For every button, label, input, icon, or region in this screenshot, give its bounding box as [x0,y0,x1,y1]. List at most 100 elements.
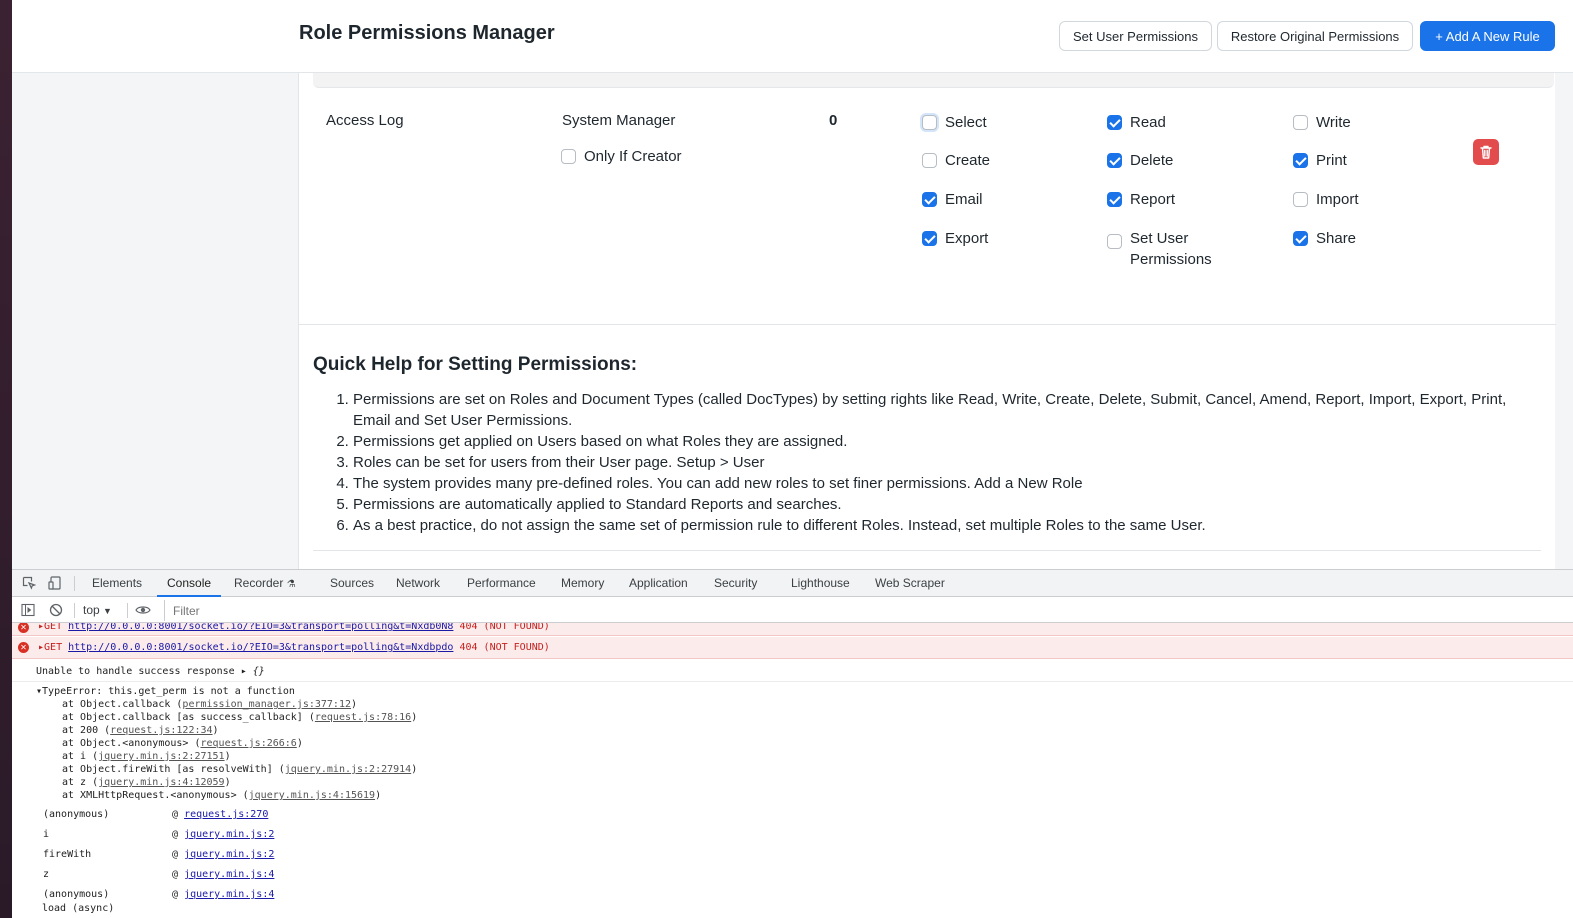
permission-checkbox[interactable] [922,192,937,207]
permission-checkbox[interactable] [1293,115,1308,130]
trace-function: (anonymous) [43,889,110,900]
trace-at: @ jquery.min.js:2 [172,829,275,840]
source-link[interactable]: jquery.min.js:4:15619 [249,790,375,801]
source-link[interactable]: request.js:78:16 [315,712,411,723]
setup-user-link[interactable]: Setup > User [676,454,764,471]
console-filter-input[interactable] [164,600,1569,621]
permission-checkbox[interactable] [1293,231,1308,246]
permission-label: Share [1316,230,1357,247]
tab-performance[interactable]: Performance [457,570,546,597]
sidebar-toggle-icon[interactable] [21,603,35,617]
permission-checkbox[interactable] [922,231,937,246]
request-url-link[interactable]: http://0.0.0.0:8001/socket.io/?EIO=3&tra… [68,623,453,632]
clear-console-icon[interactable] [49,603,63,617]
window-left-edge [0,0,12,918]
source-link[interactable]: jquery.min.js:2:27914 [285,764,411,775]
permission-checkbox[interactable] [922,115,937,130]
only-if-creator-checkbox[interactable] [561,149,576,164]
permission-label: Delete [1130,152,1174,169]
device-toolbar-icon[interactable] [48,576,62,590]
permission-checkbox[interactable] [1107,234,1122,249]
live-expression-eye-icon[interactable] [135,603,151,617]
permission-label: Write [1316,114,1351,131]
permission-row: Access Log System Manager 0 Only If Crea… [299,103,1556,325]
request-url-link[interactable]: http://0.0.0.0:8001/socket.io/?EIO=3&tra… [68,642,453,653]
tab-recorder[interactable]: Recorder ⚗ [224,570,306,597]
tab-console[interactable]: Console [157,570,222,597]
restore-original-permissions-button[interactable]: Restore Original Permissions [1217,21,1413,51]
trace-source-link[interactable]: jquery.min.js:2 [184,829,274,840]
inspect-element-icon[interactable] [22,576,36,590]
stack-frame: at i (jquery.min.js:2:27151) [62,751,231,762]
error-icon: ✕ [18,642,29,653]
set-user-permissions-button[interactable]: Set User Permissions [1059,21,1212,51]
tab-memory[interactable]: Memory [551,570,614,597]
help-item: Permissions are set on Roles and Documen… [353,389,1533,431]
permission-checkbox[interactable] [1107,115,1122,130]
devtools-tabbar: Elements Console Recorder ⚗ Sources Netw… [12,570,1573,597]
devtools-panel: Elements Console Recorder ⚗ Sources Netw… [12,569,1573,918]
trace-source-link[interactable]: jquery.min.js:2 [184,849,274,860]
tab-lighthouse[interactable]: Lighthouse [781,570,860,597]
stack-frame: at 200 (request.js:122:34) [62,725,219,736]
message-divider [12,681,1573,682]
stack-frame: at Object.callback (permission_manager.j… [62,699,358,710]
tab-web-scraper[interactable]: Web Scraper [865,570,955,597]
help-item: Permissions are automatically applied to… [353,494,1533,515]
permission-checkbox[interactable] [922,153,937,168]
sidebar [12,73,298,569]
source-link[interactable]: request.js:266:6 [200,738,296,749]
closing-paren: ) [411,712,418,723]
document-type-cell: Access Log [326,112,404,129]
permission-level-cell: 0 [829,112,838,129]
closing-paren: ) [296,738,303,749]
source-link[interactable]: jquery.min.js:4:12059 [98,777,224,788]
stack-frame: at Object.callback [as success_callback]… [62,712,418,723]
tab-application[interactable]: Application [619,570,698,597]
help-item: Roles can be set for users from their Us… [353,452,1533,473]
trace-function: i [43,829,50,840]
permission-checkbox[interactable] [1107,192,1122,207]
source-link[interactable]: request.js:122:34 [110,725,212,736]
tab-network[interactable]: Network [386,570,450,597]
console-error-row: ✕ ▸GET http://0.0.0.0:8001/socket.io/?EI… [12,637,1573,659]
dropdown-arrow-icon: ▼ [103,606,112,616]
trace-at: @ jquery.min.js:4 [172,869,275,880]
trash-icon [1480,145,1492,159]
closing-paren: ) [351,699,358,710]
add-new-role-link[interactable]: Add a New Role [974,475,1082,492]
closing-paren: ) [411,764,418,775]
permission-checkbox[interactable] [1293,153,1308,168]
delete-rule-button[interactable] [1473,139,1499,165]
role-cell: System Manager [562,112,676,129]
tab-elements[interactable]: Elements [82,570,152,597]
main-content: Access Log System Manager 0 Only If Crea… [298,73,1556,569]
stack-frame: at Object.<anonymous> (request.js:266:6) [62,738,303,749]
expand-arrow-icon[interactable]: ▸ [241,666,247,677]
closing-paren: ) [212,725,219,736]
trace-function: (anonymous) [43,809,110,820]
permission-label: Export [945,230,989,247]
help-item: Permissions get applied on Users based o… [353,431,1533,452]
permission-label: Email [945,191,983,208]
console-message: Unable to handle success response ▸ {} [36,666,265,677]
closing-paren: ) [375,790,382,801]
permission-label: Import [1316,191,1359,208]
help-item: As a best practice, do not assign the sa… [353,515,1533,536]
permission-checkbox[interactable] [1107,153,1122,168]
trace-at: @ jquery.min.js:4 [172,889,275,900]
add-new-rule-button[interactable]: + Add A New Rule [1420,21,1555,51]
source-link[interactable]: permission_manager.js:377:12 [182,699,351,710]
trace-source-link[interactable]: request.js:270 [184,809,268,820]
permission-checkbox[interactable] [1293,192,1308,207]
trace-at: @ request.js:270 [172,809,269,820]
console-output: ✕ ▸GET http://0.0.0.0:8001/socket.io/?EI… [12,623,1573,918]
help-list: Permissions are set on Roles and Documen… [353,389,1533,536]
trace-source-link[interactable]: jquery.min.js:4 [184,869,274,880]
tab-security[interactable]: Security [704,570,767,597]
source-link[interactable]: jquery.min.js:2:27151 [98,751,224,762]
trace-source-link[interactable]: jquery.min.js:4 [184,889,274,900]
context-selector[interactable]: top ▼ [83,598,112,623]
closing-paren: ) [224,777,231,788]
tab-sources[interactable]: Sources [320,570,384,597]
